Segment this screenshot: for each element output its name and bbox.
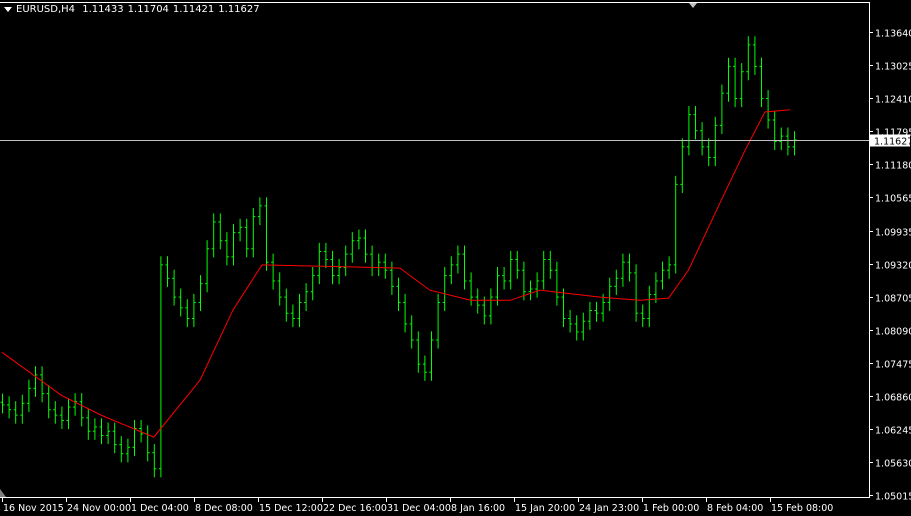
chart-header: EURUSD,H4 1.11433 1.11704 1.11421 1.11627 xyxy=(4,4,264,15)
bar-high: 1.11704 xyxy=(127,4,169,15)
price-tick-label: 1.12410 xyxy=(875,95,911,106)
bar-low: 1.11421 xyxy=(172,4,215,15)
price-chart[interactable]: 1.136401.130251.124101.117951.111801.105… xyxy=(0,0,911,516)
time-tick-label: 1 Dec 04:00 xyxy=(131,503,189,514)
price-tick-label: 1.06860 xyxy=(875,393,911,404)
time-tick-label: 8 Feb 04:00 xyxy=(707,503,763,514)
time-tick-label: 16 Nov 2015 xyxy=(3,503,64,514)
price-tick-label: 1.09320 xyxy=(875,261,911,272)
time-tick-label: 15 Dec 12:00 xyxy=(259,503,323,514)
time-tick-label: 8 Dec 08:00 xyxy=(195,503,253,514)
time-tick-label: 1 Feb 00:00 xyxy=(643,503,699,514)
price-tick-label: 1.13025 xyxy=(875,62,911,73)
price-axis: 1.136401.130251.124101.117951.111801.105… xyxy=(870,29,911,503)
price-tick-label: 1.13640 xyxy=(875,29,911,40)
time-tick-label: 24 Jan 23:00 xyxy=(579,503,639,514)
price-tick-label: 1.06245 xyxy=(875,426,911,437)
bar-close: 1.11627 xyxy=(218,4,260,15)
price-tick-label: 1.11180 xyxy=(875,161,911,172)
price-tick-label: 1.08705 xyxy=(875,294,911,305)
price-tick-label: 1.10565 xyxy=(875,194,911,205)
time-tick-label: 31 Dec 04:00 xyxy=(387,503,451,514)
current-price-label: 1.11627 xyxy=(870,134,911,148)
time-tick-label: 15 Feb 08:00 xyxy=(771,503,833,514)
symbol-timeframe: EURUSD,H4 xyxy=(16,4,76,15)
time-tick-label: 22 Dec 16:00 xyxy=(323,503,387,514)
bar-open: 1.11433 xyxy=(82,4,124,15)
price-tick-label: 1.05630 xyxy=(875,459,911,470)
price-tick-label: 1.08090 xyxy=(875,327,911,338)
time-tick-label: 15 Jan 20:00 xyxy=(515,503,575,514)
current-price-value: 1.11627 xyxy=(874,137,911,148)
time-tick-label: 24 Nov 00:00 xyxy=(67,503,131,514)
price-tick-label: 1.05015 xyxy=(875,492,911,503)
chart-background xyxy=(0,0,911,516)
dropdown-triangle-icon[interactable] xyxy=(4,6,12,12)
price-tick-label: 1.07475 xyxy=(875,360,911,371)
price-tick-label: 1.09935 xyxy=(875,228,911,239)
time-tick-label: 8 Jan 16:00 xyxy=(451,503,505,514)
